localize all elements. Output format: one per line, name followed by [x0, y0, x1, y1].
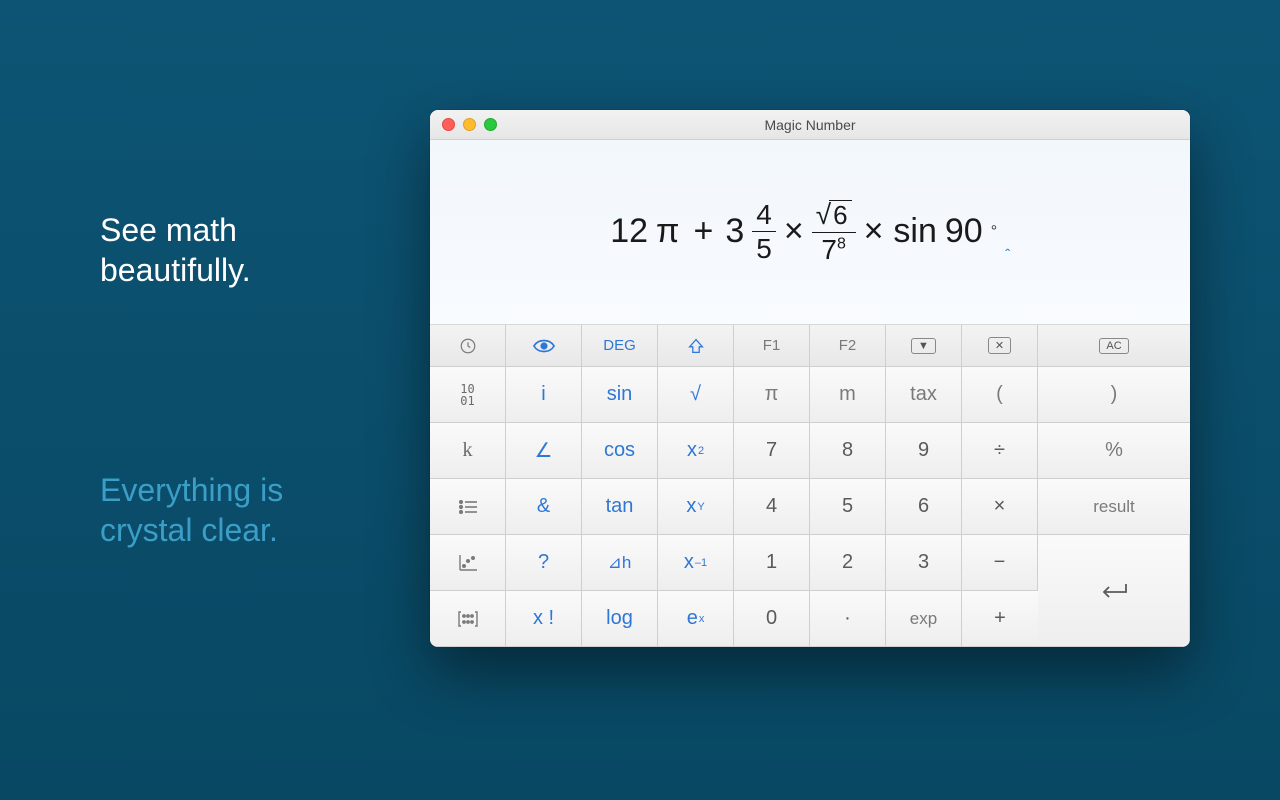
f2-button[interactable]: F2	[810, 325, 886, 367]
five-button[interactable]: 5	[810, 479, 886, 535]
angle-button[interactable]: ∠	[506, 423, 582, 479]
scatter-icon	[459, 555, 477, 571]
enter-button[interactable]	[1038, 535, 1190, 647]
expr-90: 90	[945, 212, 983, 251]
four-button[interactable]: 4	[734, 479, 810, 535]
clock-icon	[459, 337, 477, 355]
traffic-lights	[430, 118, 497, 131]
sin-button[interactable]: sin	[582, 367, 658, 423]
key-row-4: & tan xY 4 5 6 × result	[430, 479, 1190, 535]
titlebar[interactable]: Magic Number	[430, 110, 1190, 140]
x-power-y-button[interactable]: xY	[658, 479, 734, 535]
chevron-down-icon: ▼	[911, 338, 936, 354]
six-button[interactable]: 6	[886, 479, 962, 535]
backspace-button[interactable]: ✕	[962, 325, 1038, 367]
ac-button[interactable]: AC	[1038, 325, 1190, 367]
tan-button[interactable]: tan	[582, 479, 658, 535]
f1-button[interactable]: F1	[734, 325, 810, 367]
expr-frac-4-5: 4 5	[752, 200, 776, 264]
factorial-button[interactable]: x !	[506, 591, 582, 647]
result-button[interactable]: result	[1038, 479, 1190, 535]
percent-button[interactable]: %	[1038, 423, 1190, 479]
marketing-tagline-2: Everything is crystal clear.	[100, 470, 283, 550]
minus-button[interactable]: −	[962, 535, 1038, 591]
toolbar-row: DEG F1 F2 ▼ ✕ AC	[430, 325, 1190, 367]
expr-pi: π	[656, 212, 679, 251]
deg-button[interactable]: DEG	[582, 325, 658, 367]
key-row-2: 1001 i sin √ π m tax ( )	[430, 367, 1190, 423]
shift-up-icon	[688, 338, 704, 354]
e-power-x-button[interactable]: ex	[658, 591, 734, 647]
list-icon	[459, 500, 477, 514]
return-icon	[1099, 582, 1129, 600]
stats-button[interactable]	[430, 535, 506, 591]
decimal-button[interactable]: ·	[810, 591, 886, 647]
expr-three: 3	[725, 212, 744, 251]
dropdown-button[interactable]: ▼	[886, 325, 962, 367]
expr-times-1: ×	[784, 212, 804, 251]
and-button[interactable]: &	[506, 479, 582, 535]
rparen-button[interactable]: )	[1038, 367, 1190, 423]
degree-icon: °	[991, 223, 997, 241]
minimize-icon[interactable]	[463, 118, 476, 131]
memory-button[interactable]: m	[810, 367, 886, 423]
x-inverse-button[interactable]: x–1	[658, 535, 734, 591]
shift-button[interactable]	[658, 325, 734, 367]
marketing-tagline-1: See math beautifully.	[100, 210, 251, 290]
three-button[interactable]: 3	[886, 535, 962, 591]
history-button[interactable]	[430, 325, 506, 367]
seven-button[interactable]: 7	[734, 423, 810, 479]
lparen-button[interactable]: (	[962, 367, 1038, 423]
eight-button[interactable]: 8	[810, 423, 886, 479]
pi-button[interactable]: π	[734, 367, 810, 423]
tax-button[interactable]: tax	[886, 367, 962, 423]
log-button[interactable]: log	[582, 591, 658, 647]
help-button[interactable]: ?	[506, 535, 582, 591]
expr-12: 12	[610, 212, 648, 251]
one-button[interactable]: 1	[734, 535, 810, 591]
key-row-3: k ∠ cos x2 7 8 9 ÷ %	[430, 423, 1190, 479]
zoom-icon[interactable]	[484, 118, 497, 131]
binary-icon: 1001	[460, 383, 474, 407]
expression-display[interactable]: 12 π + 3 4 5 × √6 78 × sin 90 °	[430, 140, 1190, 325]
plus-button[interactable]: +	[962, 591, 1038, 647]
expr-times-2: ×	[864, 212, 884, 251]
nine-button[interactable]: 9	[886, 423, 962, 479]
window-title: Magic Number	[430, 117, 1190, 133]
zero-button[interactable]: 0	[734, 591, 810, 647]
exp-button[interactable]: exp	[886, 591, 962, 647]
sqrt-icon: √6	[816, 200, 852, 230]
matrix-button[interactable]	[430, 591, 506, 647]
multiply-button[interactable]: ×	[962, 479, 1038, 535]
matrix-icon	[458, 611, 478, 627]
two-button[interactable]: 2	[810, 535, 886, 591]
triangle-h-button[interactable]: ⊿h	[582, 535, 658, 591]
expr-frac-sqrt6-7pow8: √6 78	[812, 200, 856, 264]
close-icon[interactable]	[442, 118, 455, 131]
constant-button[interactable]: k	[430, 423, 506, 479]
caret-icon: ˆ	[1005, 246, 1010, 262]
x-icon: ✕	[988, 337, 1011, 354]
expr-sin: sin	[893, 212, 936, 251]
imaginary-button[interactable]: i	[506, 367, 582, 423]
divide-button[interactable]: ÷	[962, 423, 1038, 479]
eye-icon	[533, 339, 555, 353]
expr-plus: +	[694, 212, 714, 251]
sqrt-button[interactable]: √	[658, 367, 734, 423]
cos-button[interactable]: cos	[582, 423, 658, 479]
view-button[interactable]	[506, 325, 582, 367]
key-rows-5-6: ? ⊿h x–1 1 2 3 − x ! log ex 0 · exp +	[430, 535, 1190, 647]
binary-button[interactable]: 1001	[430, 367, 506, 423]
list-button[interactable]	[430, 479, 506, 535]
x-squared-button[interactable]: x2	[658, 423, 734, 479]
app-window: Magic Number 12 π + 3 4 5 × √6 78	[430, 110, 1190, 647]
expression: 12 π + 3 4 5 × √6 78 × sin 90 °	[610, 200, 1010, 264]
